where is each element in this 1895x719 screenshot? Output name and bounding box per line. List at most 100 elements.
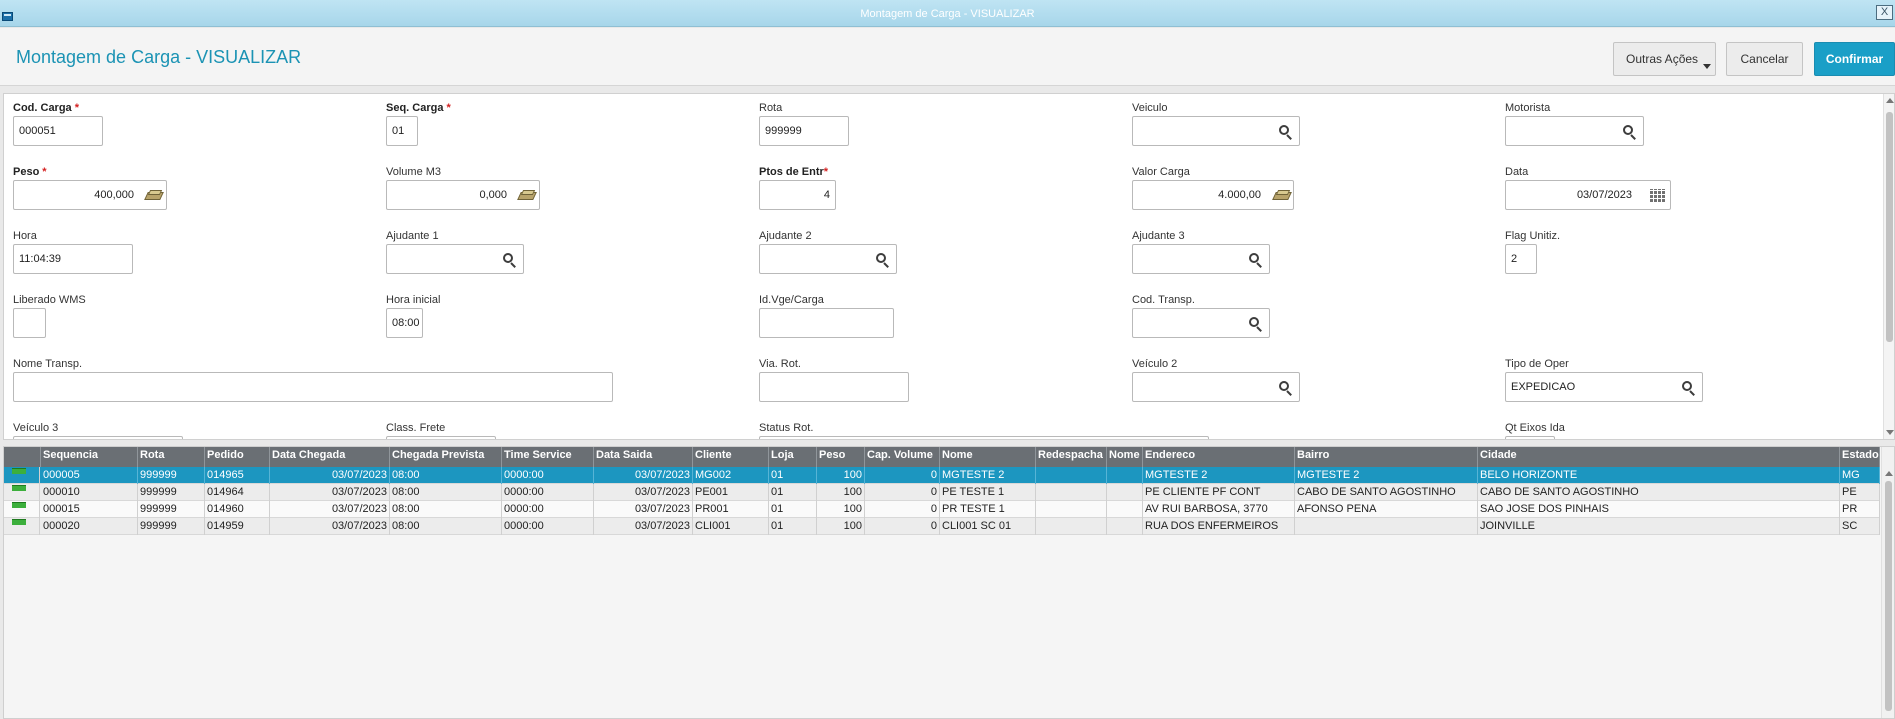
- grid-header: Sequencia Rota Pedido Data Chegada Chegada P…: [4, 447, 1880, 467]
- nome-transp-input[interactable]: [13, 372, 613, 402]
- column-header[interactable]: Data Saida: [594, 447, 693, 467]
- search-icon[interactable]: [1681, 380, 1697, 396]
- page-title: Montagem de Carga - VISUALIZAR: [16, 47, 302, 67]
- table-cell: [1036, 484, 1107, 501]
- table-row[interactable]: 000005 999999 014965 03/07/2023 08:00 0000:00…: [4, 467, 1880, 484]
- veiculo-input[interactable]: [1132, 116, 1300, 146]
- search-icon[interactable]: [502, 252, 518, 268]
- cancel-button[interactable]: Cancelar: [1726, 42, 1803, 76]
- ptos-entr-input[interactable]: 4: [759, 180, 836, 210]
- column-header[interactable]: Bairro: [1295, 447, 1478, 467]
- close-button[interactable]: X: [1876, 5, 1893, 20]
- required-marker: *: [823, 166, 829, 178]
- column-header[interactable]: Nome: [1107, 447, 1143, 467]
- data-input[interactable]: 03/07/2023: [1505, 180, 1671, 210]
- scroll-up-icon[interactable]: [1886, 98, 1894, 103]
- calculator-icon[interactable]: [144, 189, 164, 203]
- veiculo-label: Veiculo: [1132, 102, 1168, 114]
- veiculo3-input[interactable]: [13, 436, 183, 439]
- column-header[interactable]: Cap. Volume: [865, 447, 940, 467]
- table-cell: 100: [817, 501, 865, 518]
- scroll-thumb[interactable]: [1885, 481, 1892, 711]
- column-header[interactable]: Pedido: [205, 447, 270, 467]
- table-cell: 01: [769, 467, 817, 484]
- column-header[interactable]: Rota: [138, 447, 205, 467]
- table-row[interactable]: 000015 999999 014960 03/07/2023 08:00 0000:00…: [4, 501, 1880, 518]
- rota-input[interactable]: 999999: [759, 116, 849, 146]
- calculator-icon[interactable]: [517, 189, 537, 203]
- calendar-icon[interactable]: [1650, 189, 1666, 203]
- class-frete-input[interactable]: [386, 436, 496, 439]
- search-icon[interactable]: [1278, 124, 1294, 140]
- liberado-wms-input[interactable]: [13, 308, 46, 338]
- search-icon[interactable]: [1248, 316, 1264, 332]
- veiculo2-input[interactable]: [1132, 372, 1300, 402]
- form-scrollbar[interactable]: [1883, 94, 1894, 439]
- row-status-cell: [4, 518, 40, 535]
- seq-carga-label: Seq. Carga: [386, 102, 444, 114]
- cod-carga-input[interactable]: 000051: [13, 116, 103, 146]
- volume-m3-label: Volume M3: [386, 166, 442, 178]
- liberado-wms-label: Liberado WMS: [13, 294, 86, 306]
- table-cell: 03/07/2023: [594, 518, 693, 535]
- table-row[interactable]: 000010 999999 014964 03/07/2023 08:00 0000:00…: [4, 484, 1880, 501]
- column-header[interactable]: Cidade: [1478, 447, 1840, 467]
- column-header[interactable]: Redespacha: [1036, 447, 1107, 467]
- table-row[interactable]: 000020 999999 014959 03/07/2023 08:00 0000:00…: [4, 518, 1880, 535]
- valor-carga-input[interactable]: 4.000,00: [1132, 180, 1294, 210]
- outras-acoes-label: Outras Ações: [1626, 52, 1699, 66]
- hora-inicial-label: Hora inicial: [386, 294, 441, 306]
- column-header[interactable]: Loja: [769, 447, 817, 467]
- table-cell: MG002: [693, 467, 769, 484]
- column-header[interactable]: Data Chegada: [270, 447, 390, 467]
- calculator-icon[interactable]: [1272, 189, 1292, 203]
- hora-input[interactable]: 11:04:39: [13, 244, 133, 274]
- table-cell: RUA DOS ENFERMEIROS: [1143, 518, 1295, 535]
- data-label: Data: [1505, 166, 1529, 178]
- table-cell: 100: [817, 518, 865, 535]
- seq-carga-input[interactable]: 01: [386, 116, 418, 146]
- table-cell: MGTESTE 2: [940, 467, 1036, 484]
- search-icon[interactable]: [1248, 252, 1264, 268]
- scroll-up-icon[interactable]: [1885, 471, 1893, 476]
- column-header[interactable]: Nome: [940, 447, 1036, 467]
- table-cell: 000015: [41, 501, 138, 518]
- table-cell: [1036, 467, 1107, 484]
- scroll-down-icon[interactable]: [1886, 430, 1894, 435]
- ptos-entr-label: Ptos de Entr: [759, 166, 824, 178]
- scroll-thumb[interactable]: [1886, 112, 1893, 342]
- column-header-status[interactable]: [4, 447, 41, 467]
- window: Montagem de Carga - VISUALIZAR X Montage…: [0, 0, 1895, 719]
- via-rot-input[interactable]: [759, 372, 909, 402]
- id-vge-input[interactable]: [759, 308, 894, 338]
- status-rot-input[interactable]: [759, 436, 1209, 439]
- table-cell: MG: [1840, 467, 1880, 484]
- table-cell: PR001: [693, 501, 769, 518]
- flag-unitiz-input[interactable]: 2: [1505, 244, 1537, 274]
- outras-acoes-button[interactable]: Outras Ações: [1613, 42, 1716, 76]
- status-rot-label: Status Rot.: [759, 422, 814, 434]
- column-header[interactable]: Time Service: [502, 447, 594, 467]
- column-header[interactable]: Cliente: [693, 447, 769, 467]
- tipo-oper-input[interactable]: EXPEDICAO: [1505, 372, 1703, 402]
- column-header[interactable]: Endereco: [1143, 447, 1295, 467]
- table-cell: 999999: [138, 484, 205, 501]
- column-header[interactable]: Chegada Prevista: [390, 447, 502, 467]
- delivery-grid: Sequencia Rota Pedido Data Chegada Chegada P…: [3, 446, 1895, 719]
- table-cell: 0: [865, 501, 940, 518]
- column-header[interactable]: Estado: [1840, 447, 1880, 467]
- required-marker: *: [446, 102, 451, 114]
- table-cell: 0: [865, 484, 940, 501]
- column-header[interactable]: Peso: [817, 447, 865, 467]
- search-icon[interactable]: [1278, 380, 1294, 396]
- table-cell: 014959: [205, 518, 270, 535]
- confirm-button[interactable]: Confirmar: [1814, 42, 1895, 76]
- search-icon[interactable]: [1622, 124, 1638, 140]
- grid-scrollbar[interactable]: [1881, 447, 1894, 718]
- search-icon[interactable]: [875, 252, 891, 268]
- hora-inicial-input[interactable]: 08:00: [386, 308, 423, 338]
- qt-eixos-ida-input[interactable]: [1505, 436, 1555, 439]
- table-cell: 03/07/2023: [270, 501, 390, 518]
- column-header[interactable]: Sequencia: [41, 447, 138, 467]
- table-cell: [1107, 467, 1143, 484]
